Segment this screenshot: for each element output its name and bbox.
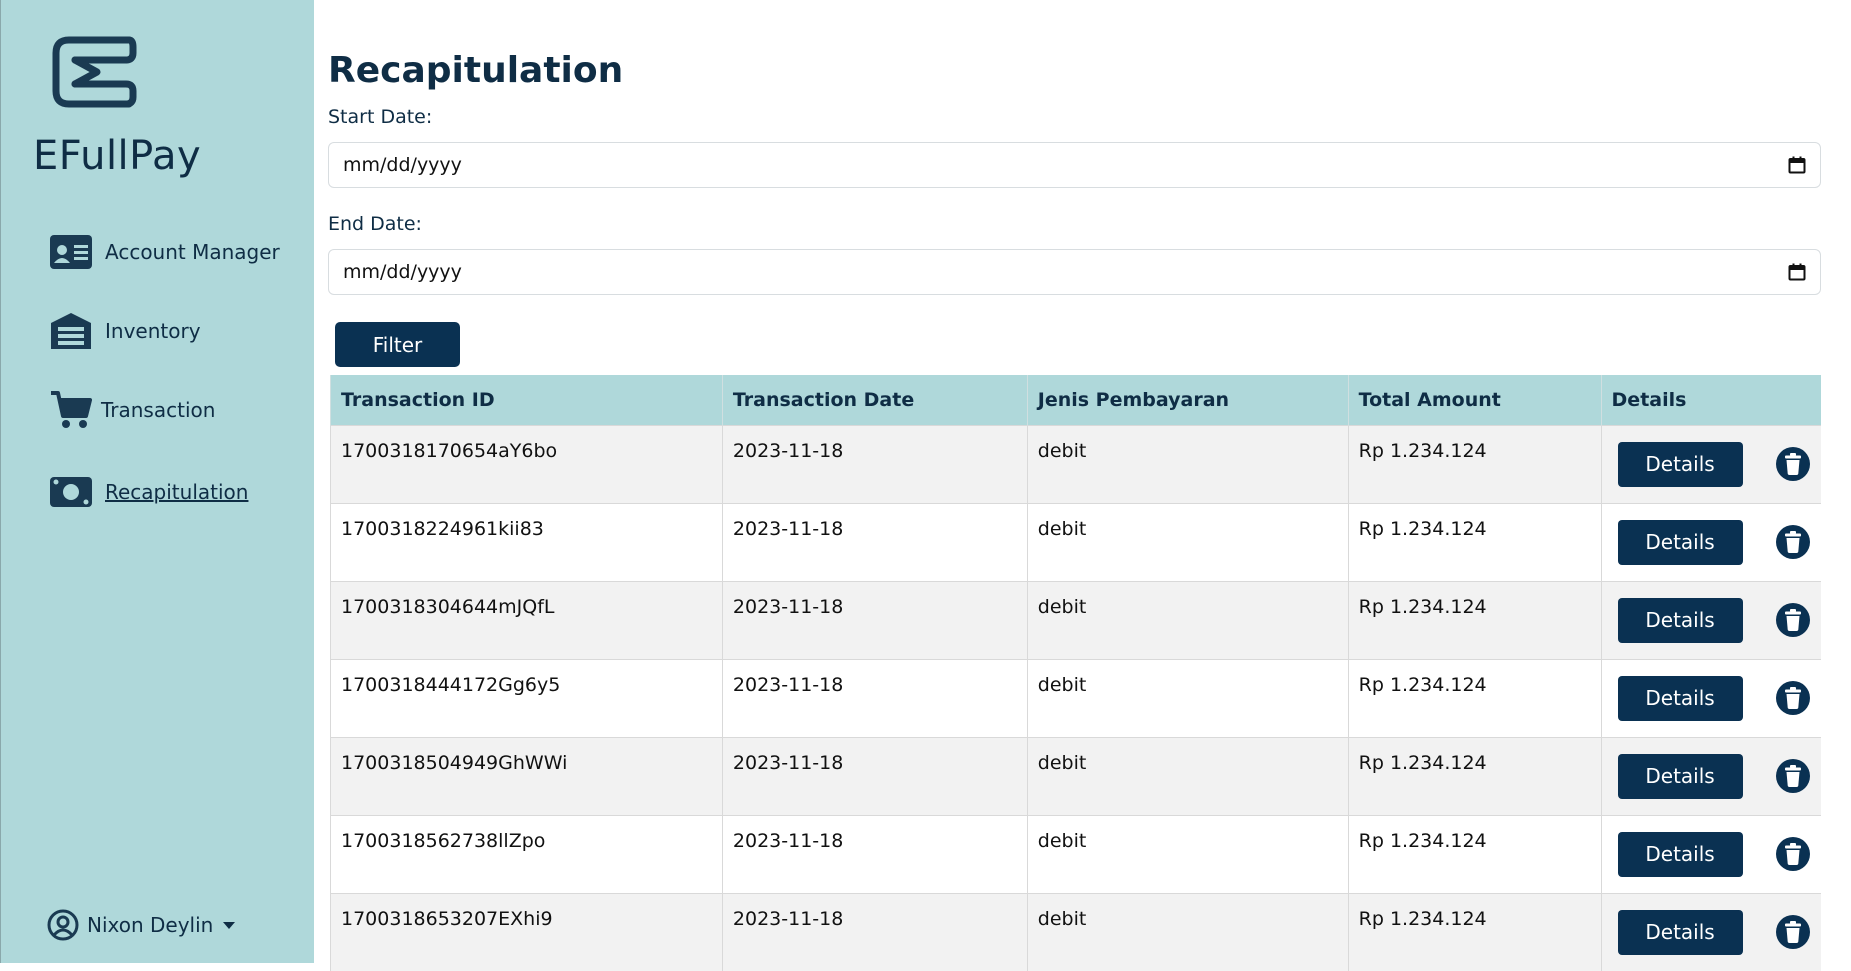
table-row: 1700318653207EXhi9 2023-11-18 debit Rp 1.23… xyxy=(330,892,1821,971)
transaction-id-cell: 1700318504949GhWWi xyxy=(330,736,723,815)
details-button[interactable]: Details xyxy=(1617,909,1743,955)
total-amount-cell: Rp 1.234.124 xyxy=(1347,502,1602,581)
user-menu[interactable]: Nixon Deylin xyxy=(47,909,236,941)
transaction-id-cell: 1700318304644mJQfL xyxy=(330,580,723,659)
actions-cell: Details xyxy=(1600,658,1821,737)
user-name: Nixon Deylin xyxy=(87,913,214,937)
payment-type-cell: debit xyxy=(1026,814,1349,893)
table-row: 1700318562738llZpo 2023-11-18 debit Rp 1.23… xyxy=(330,814,1821,893)
transaction-date-cell: 2023-11-18 xyxy=(721,502,1028,581)
start-date-label: Start Date: xyxy=(328,106,433,128)
user-circle-icon xyxy=(47,909,79,941)
column-header: Transaction ID xyxy=(330,375,723,425)
table-header-row: Transaction ID Transaction Date Jenis Pe… xyxy=(330,375,1821,425)
sidebar-item-label: Transaction xyxy=(101,398,216,422)
calendar-icon[interactable] xyxy=(1788,156,1806,174)
efullpay-logo-icon xyxy=(52,36,137,108)
transactions-table: Transaction ID Transaction Date Jenis Pe… xyxy=(330,375,1821,971)
total-amount-cell: Rp 1.234.124 xyxy=(1347,658,1602,737)
table-row: 1700318170654aY6bo 2023-11-18 debit Rp 1.23… xyxy=(330,424,1821,503)
end-date-placeholder: mm/dd/yyyy xyxy=(343,261,462,283)
details-button[interactable]: Details xyxy=(1617,519,1743,565)
trash-icon[interactable] xyxy=(1775,836,1811,872)
trash-icon[interactable] xyxy=(1775,680,1811,716)
trash-icon[interactable] xyxy=(1775,758,1811,794)
actions-cell: Details xyxy=(1600,580,1821,659)
transaction-id-cell: 1700318562738llZpo xyxy=(330,814,723,893)
column-header: Jenis Pembayaran xyxy=(1026,375,1349,425)
sidebar-item-transaction[interactable]: Transaction xyxy=(49,388,215,432)
payment-type-cell: debit xyxy=(1026,892,1349,971)
transaction-date-cell: 2023-11-18 xyxy=(721,814,1028,893)
column-header: Total Amount xyxy=(1347,375,1602,425)
trash-icon[interactable] xyxy=(1775,602,1811,638)
end-date-input[interactable]: mm/dd/yyyy xyxy=(328,249,1821,295)
sidebar: EFullPay Account Manager Inventory Trans… xyxy=(0,0,314,963)
total-amount-cell: Rp 1.234.124 xyxy=(1347,424,1602,503)
total-amount-cell: Rp 1.234.124 xyxy=(1347,580,1602,659)
column-header: Transaction Date xyxy=(721,375,1028,425)
actions-cell: Details xyxy=(1600,814,1821,893)
calendar-icon[interactable] xyxy=(1788,263,1806,281)
transaction-id-cell: 1700318170654aY6bo xyxy=(330,424,723,503)
page-title: Recapitulation xyxy=(328,50,624,91)
payment-type-cell: debit xyxy=(1026,502,1349,581)
details-button[interactable]: Details xyxy=(1617,753,1743,799)
column-header: Details xyxy=(1600,375,1821,425)
sidebar-item-inventory[interactable]: Inventory xyxy=(49,309,201,353)
details-button[interactable]: Details xyxy=(1617,597,1743,643)
payment-type-cell: debit xyxy=(1026,736,1349,815)
transaction-id-cell: 1700318224961kii83 xyxy=(330,502,723,581)
transaction-date-cell: 2023-11-18 xyxy=(721,580,1028,659)
sidebar-item-label: Recapitulation xyxy=(105,480,249,504)
sidebar-item-label: Inventory xyxy=(105,319,201,343)
id-card-icon xyxy=(49,232,93,272)
trash-icon[interactable] xyxy=(1775,524,1811,560)
details-button[interactable]: Details xyxy=(1617,831,1743,877)
sidebar-item-account-manager[interactable]: Account Manager xyxy=(49,230,280,274)
actions-cell: Details xyxy=(1600,892,1821,971)
end-date-label: End Date: xyxy=(328,213,422,235)
money-icon xyxy=(49,472,93,512)
payment-type-cell: debit xyxy=(1026,658,1349,737)
actions-cell: Details xyxy=(1600,736,1821,815)
table-row: 1700318224961kii83 2023-11-18 debit Rp 1.23… xyxy=(330,502,1821,581)
brand-name: EFullPay xyxy=(33,133,202,179)
filter-button[interactable]: Filter xyxy=(335,322,460,367)
payment-type-cell: debit xyxy=(1026,424,1349,503)
transaction-date-cell: 2023-11-18 xyxy=(721,658,1028,737)
transaction-date-cell: 2023-11-18 xyxy=(721,736,1028,815)
sidebar-item-label: Account Manager xyxy=(105,240,280,264)
warehouse-icon xyxy=(49,311,93,351)
transaction-id-cell: 1700318444172Gg6y5 xyxy=(330,658,723,737)
details-button[interactable]: Details xyxy=(1617,441,1743,487)
total-amount-cell: Rp 1.234.124 xyxy=(1347,892,1602,971)
actions-cell: Details xyxy=(1600,502,1821,581)
start-date-placeholder: mm/dd/yyyy xyxy=(343,154,462,176)
trash-icon[interactable] xyxy=(1775,446,1811,482)
table-body: 1700318170654aY6bo 2023-11-18 debit Rp 1.23… xyxy=(330,424,1821,971)
transaction-id-cell: 1700318653207EXhi9 xyxy=(330,892,723,971)
actions-cell: Details xyxy=(1600,424,1821,503)
transaction-date-cell: 2023-11-18 xyxy=(721,424,1028,503)
total-amount-cell: Rp 1.234.124 xyxy=(1347,814,1602,893)
table-row: 1700318504949GhWWi 2023-11-18 debit Rp 1.23… xyxy=(330,736,1821,815)
total-amount-cell: Rp 1.234.124 xyxy=(1347,736,1602,815)
start-date-input[interactable]: mm/dd/yyyy xyxy=(328,142,1821,188)
details-button[interactable]: Details xyxy=(1617,675,1743,721)
sidebar-item-recapitulation[interactable]: Recapitulation xyxy=(49,470,248,514)
table-row: 1700318444172Gg6y5 2023-11-18 debit Rp 1.23… xyxy=(330,658,1821,737)
cart-icon xyxy=(49,390,93,430)
chevron-down-icon xyxy=(223,921,236,929)
transaction-date-cell: 2023-11-18 xyxy=(721,892,1028,971)
payment-type-cell: debit xyxy=(1026,580,1349,659)
trash-icon[interactable] xyxy=(1775,914,1811,950)
table-row: 1700318304644mJQfL 2023-11-18 debit Rp 1.23… xyxy=(330,580,1821,659)
